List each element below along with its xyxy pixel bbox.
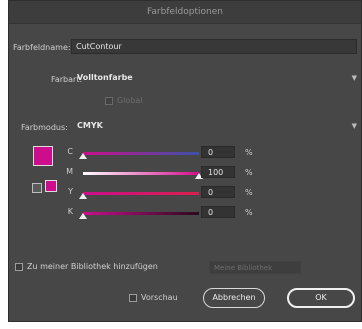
chevron-down-icon: ▼ xyxy=(351,74,357,82)
chevron-down-icon: ▼ xyxy=(351,122,357,130)
yellow-value-input[interactable]: 0 xyxy=(201,186,235,198)
slider-thumb[interactable] xyxy=(79,193,87,199)
color-swatch-preview xyxy=(33,146,53,166)
out-of-gamut-icon xyxy=(32,183,42,193)
add-to-library-label: Zu meiner Bibliothek hinzufügen xyxy=(27,262,158,271)
black-value-input[interactable]: 0 xyxy=(201,206,235,218)
add-to-library-checkbox[interactable] xyxy=(15,263,23,271)
yellow-slider[interactable] xyxy=(83,192,199,195)
color-type-value: Volltonfarbe xyxy=(77,73,133,82)
cyan-value-input[interactable]: 0 xyxy=(201,146,235,158)
percent-label: % xyxy=(245,168,253,177)
swatch-options-dialog: Farbfeldoptionen Farbfeldname: CutContou… xyxy=(8,0,362,322)
percent-label: % xyxy=(245,208,253,217)
percent-label: % xyxy=(245,148,253,157)
channel-label: Y xyxy=(68,187,73,196)
global-checkbox[interactable] xyxy=(105,97,113,105)
magenta-value-input[interactable]: 100 xyxy=(201,166,235,178)
preview-label: Vorschau xyxy=(141,293,178,302)
channel-label: C xyxy=(67,147,73,156)
library-dropdown[interactable]: Meine Bibliothek xyxy=(209,261,301,274)
slider-thumb[interactable] xyxy=(79,153,87,159)
preview-checkbox[interactable] xyxy=(129,294,137,302)
window-title: Farbfeldoptionen xyxy=(9,1,361,24)
color-type-dropdown[interactable]: Volltonfarbe ▼ xyxy=(71,71,359,85)
magenta-slider[interactable] xyxy=(83,172,199,175)
color-mode-dropdown[interactable]: CMYK ▼ xyxy=(71,119,359,133)
color-mode-value: CMYK xyxy=(77,121,103,130)
cyan-slider[interactable] xyxy=(83,152,199,155)
color-mode-label: Farbmodus: xyxy=(21,123,68,132)
ok-button[interactable]: OK xyxy=(287,288,355,308)
slider-thumb[interactable] xyxy=(79,213,87,219)
gamut-swatch[interactable] xyxy=(45,180,57,192)
black-slider[interactable] xyxy=(83,212,199,215)
swatch-name-label: Farbfeldname: xyxy=(13,43,71,52)
global-label: Global xyxy=(117,96,143,105)
channel-label: M xyxy=(66,167,73,176)
percent-label: % xyxy=(245,188,253,197)
cancel-button[interactable]: Abbrechen xyxy=(203,288,265,308)
swatch-name-input[interactable]: CutContour xyxy=(71,39,357,54)
channel-label: K xyxy=(67,207,73,216)
